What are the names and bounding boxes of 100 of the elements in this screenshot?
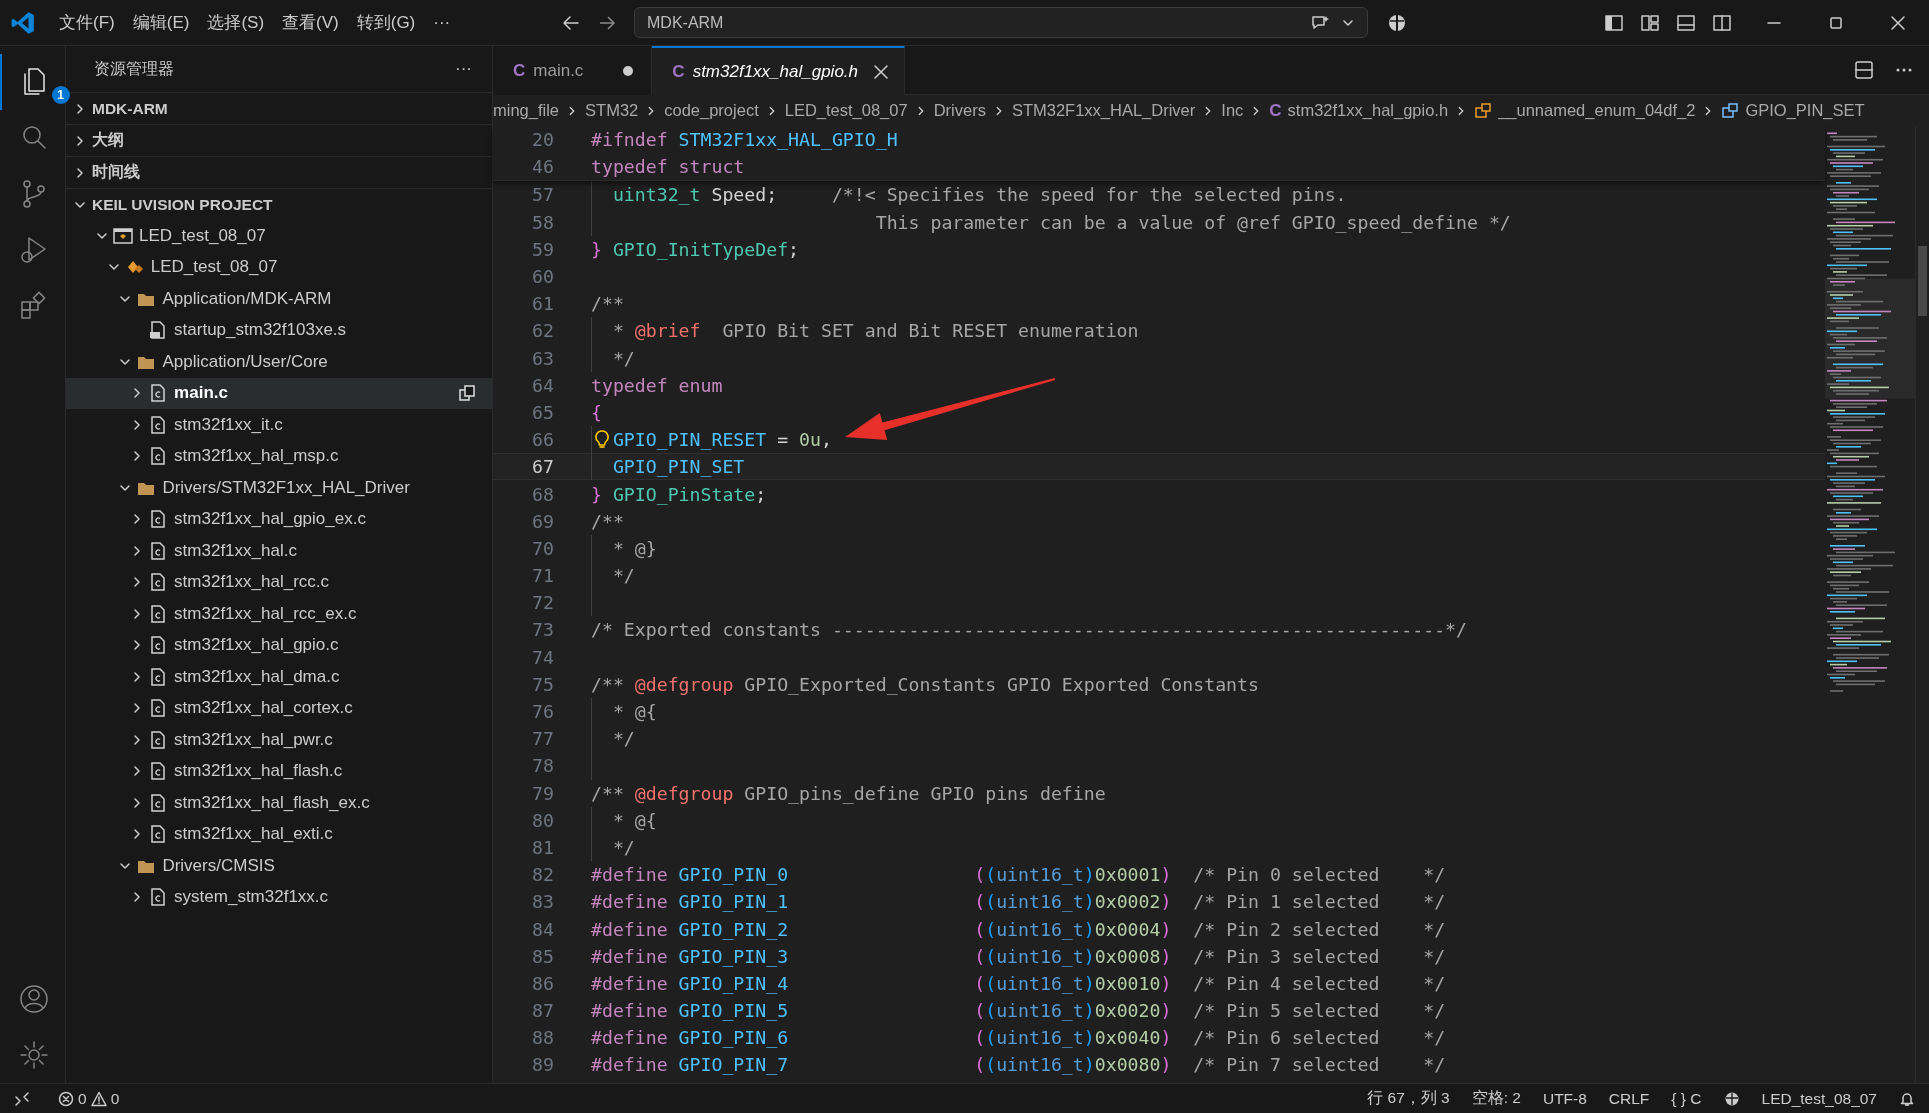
- line-number: 81: [531, 836, 554, 858]
- code-line: * @brief GPIO Bit SET and Bit RESET enumeration: [611, 320, 1139, 342]
- breadcrumb-item[interactable]: stm32f1xx_hal_gpio.h: [1287, 101, 1449, 120]
- warning-icon: [90, 1090, 107, 1107]
- code-line: /**: [591, 510, 624, 532]
- line-number: 46: [531, 156, 554, 178]
- code-line: uint32_t Speed; /*!< Specifies the speed for the selected pins.: [611, 184, 1347, 206]
- c-file-icon: C: [513, 60, 526, 81]
- tree-item[interactable]: stm32f1xx_hal_exti.c: [66, 818, 492, 850]
- split-editor-icon[interactable]: [1853, 59, 1875, 81]
- tree-item[interactable]: stm32f1xx_hal_gpio_ex.c: [66, 503, 492, 535]
- line-number: 65: [531, 401, 554, 423]
- line-number: 83: [531, 891, 554, 913]
- more-menu[interactable]: ···: [426, 8, 458, 37]
- section-header[interactable]: 大纲: [66, 124, 492, 156]
- problems-status[interactable]: 0 0: [58, 1089, 120, 1108]
- code-line: */: [611, 728, 635, 750]
- tree-item[interactable]: stm32f1xx_hal_pwr.c: [66, 724, 492, 756]
- code-line: } GPIO_PinState;: [591, 483, 767, 505]
- tree-item[interactable]: stm32f1xx_hal_dma.c: [66, 661, 492, 693]
- line-number: 61: [531, 293, 554, 315]
- tree-item[interactable]: LED_test_08_07: [66, 220, 492, 252]
- code-line: {: [591, 401, 602, 423]
- code-line: */: [611, 565, 635, 587]
- status-item[interactable]: UTF-8: [1542, 1089, 1587, 1108]
- tree-item[interactable]: stm32f1xx_hal_msp.c: [66, 440, 492, 472]
- tree-item[interactable]: stm32f1xx_hal.c: [66, 535, 492, 567]
- code-line: #define GPIO_PIN_7 ((uint16_t)0x0080) /* Pin 7 selected */: [591, 1054, 1446, 1076]
- code-line: This parameter can be a value of @ref GPIO_speed_define */: [874, 211, 1511, 233]
- c-file-icon: C: [1269, 100, 1282, 121]
- line-number: 82: [531, 864, 554, 886]
- code-line: * @}: [611, 537, 657, 559]
- code-line: GPIO_PIN_RESET = 0u,: [612, 429, 832, 451]
- section-header[interactable]: MDK-ARM: [66, 92, 492, 124]
- tree-item[interactable]: system_stm32f1xx.c: [66, 881, 492, 913]
- tree-item[interactable]: stm32f1xx_hal_gpio.c: [66, 629, 492, 661]
- breadcrumb-item[interactable]: code_project: [664, 101, 759, 120]
- tree-item[interactable]: stm32f1xx_hal_cortex.c: [66, 692, 492, 724]
- more-actions[interactable]: ···: [455, 59, 472, 79]
- tree-item[interactable]: Drivers/STM32F1xx_HAL_Driver: [66, 472, 492, 504]
- code-line: /* Exported constants --------------------------------------------------------*/: [591, 619, 1467, 641]
- command-search-field[interactable]: MDK-ARM: [634, 7, 1368, 38]
- breadcrumb-item[interactable]: __unnamed_enum_04df_2: [1498, 101, 1696, 120]
- line-number: 68: [531, 483, 554, 505]
- line-number: 85: [531, 945, 554, 967]
- tree-item[interactable]: main.c: [66, 377, 492, 409]
- line-number: 67: [531, 456, 554, 478]
- code-line: /**: [591, 293, 624, 315]
- menu-item[interactable]: 转到(G): [349, 7, 423, 38]
- code-line: /** @defgroup GPIO_pins_define GPIO pins define: [591, 782, 1106, 804]
- status-item[interactable]: { } C: [1671, 1089, 1702, 1108]
- code-line: * @{: [611, 701, 657, 723]
- scrollbar-thumb[interactable]: [1918, 246, 1927, 316]
- breadcrumb-item[interactable]: ming_file: [493, 101, 560, 120]
- tree-item[interactable]: stm32f1xx_hal_rcc_ex.c: [66, 598, 492, 630]
- tree-item[interactable]: Application/User/Core: [66, 346, 492, 378]
- tree-item[interactable]: stm32f1xx_hal_flash_ex.c: [66, 787, 492, 819]
- status-item[interactable]: 空格: 2: [1471, 1088, 1521, 1109]
- tree-item[interactable]: Application/MDK-ARM: [66, 283, 492, 315]
- breadcrumb-item[interactable]: Drivers: [933, 101, 986, 120]
- menu-item[interactable]: 文件(F): [52, 7, 122, 38]
- line-number: 86: [531, 972, 554, 994]
- remote-icon[interactable]: [14, 1090, 30, 1107]
- status-item[interactable]: LED_test_08_07: [1761, 1089, 1877, 1108]
- code-line: typedef struct: [591, 156, 745, 178]
- tree-item[interactable]: startup_stm32f103xe.s: [66, 314, 492, 346]
- breadcrumb-item[interactable]: GPIO_PIN_SET: [1745, 101, 1865, 120]
- section-header[interactable]: KEIL UVISION PROJECT: [66, 188, 492, 220]
- enum-icon: [1474, 101, 1493, 120]
- breadcrumb-item[interactable]: STM32: [585, 101, 639, 120]
- tree-item[interactable]: LED_test_08_07: [66, 251, 492, 283]
- section-header[interactable]: 时间线: [66, 156, 492, 188]
- line-number: 89: [531, 1054, 554, 1076]
- code-line: #define GPIO_PIN_1 ((uint16_t)0x0002) /* Pin 1 selected */: [591, 891, 1446, 913]
- copy-icon[interactable]: [458, 384, 476, 403]
- menu-item[interactable]: 选择(S): [200, 7, 272, 38]
- editor-tab[interactable]: C stm32f1xx_hal_gpio.h: [652, 46, 906, 95]
- code-line: /** @defgroup GPIO_Exported_Constants GPIO Exported Constants: [591, 673, 1259, 695]
- code-line: #define GPIO_PIN_4 ((uint16_t)0x0010) /* Pin 4 selected */: [591, 972, 1446, 994]
- lightbulb-icon[interactable]: [593, 429, 610, 450]
- code-line: #define GPIO_PIN_3 ((uint16_t)0x0008) /* Pin 3 selected */: [591, 945, 1446, 967]
- menu-item[interactable]: 编辑(E): [125, 7, 197, 38]
- editor-tab[interactable]: C main.c: [493, 46, 653, 95]
- code-line: typedef enum: [591, 374, 723, 396]
- tree-item[interactable]: stm32f1xx_hal_rcc.c: [66, 566, 492, 598]
- breadcrumb-item[interactable]: Inc: [1221, 101, 1244, 120]
- bell-icon[interactable]: [1899, 1090, 1915, 1107]
- code-line: #define GPIO_PIN_5 ((uint16_t)0x0020) /* Pin 5 selected */: [591, 1000, 1446, 1022]
- breadcrumb-item[interactable]: LED_test_08_07: [784, 101, 908, 120]
- code-line: * @{: [611, 809, 657, 831]
- menu-item[interactable]: 查看(V): [275, 7, 346, 38]
- status-item[interactable]: CRLF: [1608, 1089, 1650, 1108]
- line-number: 73: [531, 619, 554, 641]
- line-number: 64: [531, 374, 554, 396]
- tree-item[interactable]: stm32f1xx_hal_flash.c: [66, 755, 492, 787]
- line-number: 70: [531, 537, 554, 559]
- tree-item[interactable]: stm32f1xx_it.c: [66, 409, 492, 441]
- breadcrumb-item[interactable]: STM32F1xx_HAL_Driver: [1011, 101, 1196, 120]
- status-item[interactable]: 行 67，列 3: [1367, 1088, 1450, 1109]
- tree-item[interactable]: Drivers/CMSIS: [66, 850, 492, 882]
